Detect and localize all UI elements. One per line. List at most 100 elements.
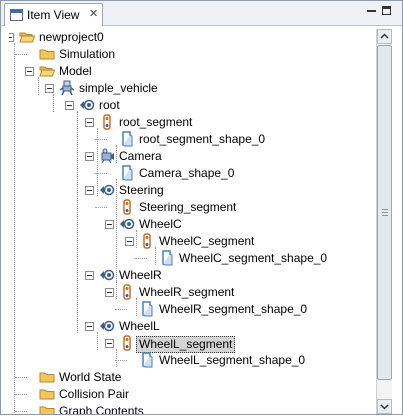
scroll-thumb[interactable] (377, 45, 392, 380)
tree-item-label[interactable]: newproject0 (39, 30, 104, 45)
collapse-toggle-icon[interactable] (85, 271, 94, 280)
joint-icon (79, 97, 95, 113)
tree-item-label[interactable]: root (99, 98, 120, 113)
collapse-toggle-icon[interactable] (105, 288, 114, 297)
view-icon (10, 9, 23, 21)
shape-icon (119, 165, 135, 181)
vertical-scrollbar[interactable] (376, 29, 392, 414)
item-tree[interactable]: newproject0 Simulation Model simple_vehicle… (9, 29, 373, 414)
tree-item[interactable]: WheelL_segment (9, 335, 373, 353)
tree-item-label[interactable]: WheelC_segment_shape_0 (179, 251, 327, 266)
tree-line (95, 207, 107, 208)
tree-item-label[interactable]: Steering (119, 183, 164, 198)
tree-item[interactable]: Steering_segment (9, 199, 373, 216)
tree-item[interactable]: Camera_shape_0 (9, 165, 373, 182)
robot-model-icon (59, 80, 75, 96)
item-view-panel: Item View ✕ newproject0 Simulation Model si… (0, 0, 403, 415)
shape-icon (139, 352, 155, 368)
tree-item[interactable]: WheelC (9, 216, 373, 233)
scroll-down-button[interactable] (377, 399, 392, 414)
tree-item-label[interactable]: Graph Contents (59, 404, 144, 414)
shape-icon (119, 131, 135, 147)
scroll-up-button[interactable] (377, 29, 392, 44)
collapse-toggle-icon[interactable] (85, 186, 94, 195)
folder-icon (39, 46, 55, 62)
camera-icon (99, 148, 115, 164)
tree-item[interactable]: WheelL_segment_shape_0 (9, 352, 373, 369)
tree-item-label[interactable]: World State (59, 370, 121, 385)
joint-icon (119, 216, 135, 232)
tree-line (135, 258, 147, 259)
joint-icon (99, 318, 115, 334)
tree-item[interactable]: WheelC_segment (9, 233, 373, 250)
tree-item[interactable]: WheelR_segment (9, 284, 373, 301)
collapse-toggle-icon[interactable] (25, 67, 34, 76)
tree-item-label[interactable]: WheelR_segment_shape_0 (159, 302, 307, 317)
tree-item-label[interactable]: Steering_segment (139, 200, 236, 215)
tree-line (15, 411, 27, 412)
tree-item[interactable]: WheelR_segment_shape_0 (9, 301, 373, 318)
tab-label: Item View (27, 8, 80, 22)
tree-line (95, 173, 107, 174)
folder-icon (39, 403, 55, 414)
tree-item[interactable]: WheelR (9, 267, 373, 284)
collapse-toggle-icon[interactable] (125, 237, 134, 246)
maximize-button[interactable] (382, 6, 391, 15)
tree-item-label[interactable]: root_segment (119, 115, 192, 130)
minimize-button[interactable] (367, 6, 376, 15)
tree-item-label[interactable]: simple_vehicle (79, 81, 158, 96)
collapse-toggle-icon[interactable] (105, 220, 114, 229)
tree-item-label[interactable]: Model (59, 64, 92, 79)
tree-line (115, 360, 127, 361)
tree-item-label[interactable]: WheelR (119, 268, 162, 283)
tree-line (15, 377, 27, 378)
arrow-down-icon (380, 404, 389, 410)
tree-item-label[interactable]: WheelL_segment_shape_0 (159, 353, 305, 368)
tab-item-view[interactable]: Item View ✕ (4, 3, 103, 26)
tree-line (95, 139, 107, 140)
collapse-toggle-icon[interactable] (9, 33, 14, 42)
shape-icon (139, 301, 155, 317)
tree-item[interactable]: WheelC_segment_shape_0 (9, 250, 373, 267)
tree-item-label[interactable]: WheelC (139, 217, 182, 232)
tree-item-label[interactable]: Simulation (59, 47, 115, 62)
tree-item-label[interactable]: Camera (119, 149, 162, 164)
tree-item[interactable]: Steering (9, 182, 373, 199)
tree-item[interactable]: Collision Pair (9, 386, 373, 403)
collapse-toggle-icon[interactable] (85, 118, 94, 127)
arrow-up-icon (380, 33, 389, 39)
tree-item-label[interactable]: Camera_shape_0 (139, 166, 234, 181)
collapse-toggle-icon[interactable] (105, 339, 114, 348)
close-icon[interactable]: ✕ (89, 7, 98, 20)
folder-open-icon (19, 29, 36, 45)
tree-line (15, 394, 27, 395)
folder-icon (39, 386, 55, 402)
tree-item[interactable]: root (9, 97, 373, 114)
tree-item-label[interactable]: WheelR_segment (139, 285, 234, 300)
tree-item[interactable]: Model (9, 63, 373, 80)
tree-item-label[interactable]: root_segment_shape_0 (139, 132, 265, 147)
tree-item[interactable]: Graph Contents (9, 403, 373, 414)
segment-icon (119, 335, 135, 351)
joint-icon (99, 182, 115, 198)
segment-icon (99, 114, 115, 130)
tree-item[interactable]: WheelL (9, 318, 373, 335)
collapse-toggle-icon[interactable] (65, 101, 74, 110)
tree-item[interactable]: newproject0 (9, 29, 373, 46)
tree-item[interactable]: simple_vehicle (9, 80, 373, 97)
tree-line (115, 309, 127, 310)
collapse-toggle-icon[interactable] (85, 152, 94, 161)
folder-icon (39, 369, 55, 385)
tree-item[interactable]: Simulation (9, 46, 373, 63)
tree-item[interactable]: root_segment_shape_0 (9, 131, 373, 148)
tree-item-label[interactable]: WheelL (119, 319, 160, 334)
tree-item-label[interactable]: WheelC_segment (159, 234, 254, 249)
tree-item-label[interactable]: Collision Pair (59, 387, 129, 402)
collapse-toggle-icon[interactable] (85, 322, 94, 331)
tree-item-label[interactable]: WheelL_segment (136, 336, 236, 353)
segment-icon (119, 284, 135, 300)
tree-item[interactable]: root_segment (9, 114, 373, 131)
tree-item[interactable]: World State (9, 369, 373, 386)
tree-item[interactable]: Camera (9, 148, 373, 165)
collapse-toggle-icon[interactable] (45, 84, 54, 93)
